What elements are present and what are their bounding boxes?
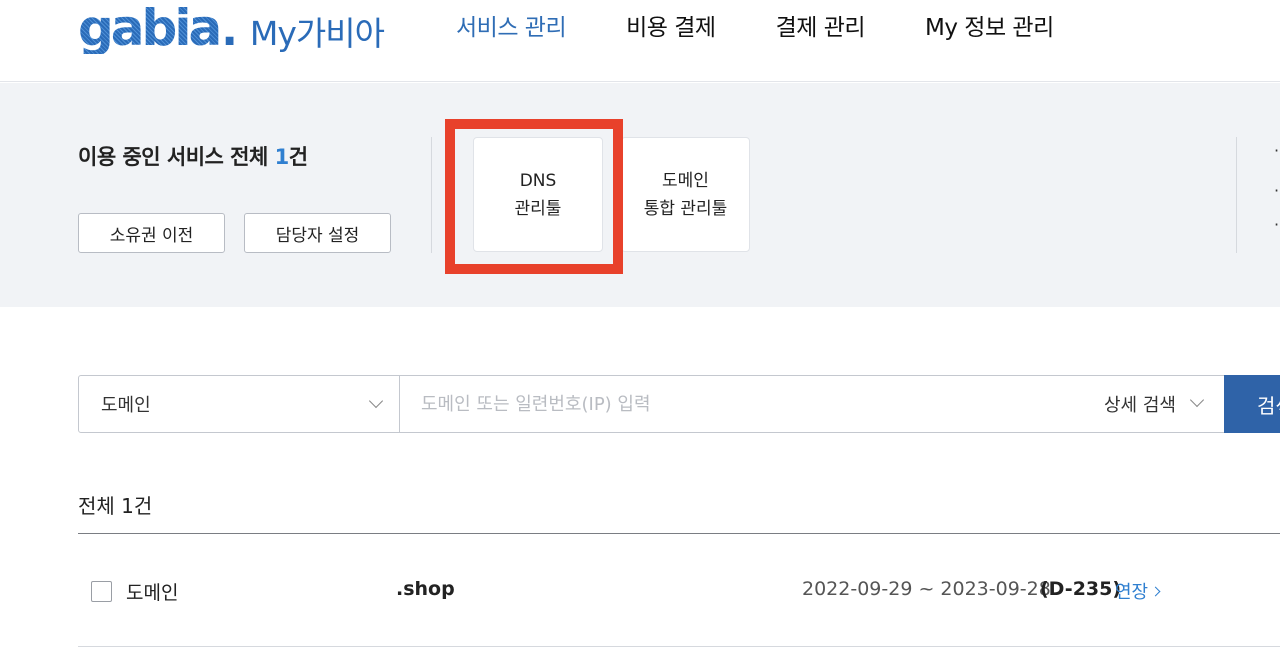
panel-divider [431,137,432,253]
search-category-select[interactable]: 도메인 [79,376,400,432]
site-header: gabia . My가비아 서비스 관리 비용 결제 결제 관리 My 정보 관… [0,0,1280,82]
row-divider [78,646,1280,647]
nav-payment-management[interactable]: 결제 관리 [776,8,866,42]
tool-card-line2: 관리툴 [514,198,562,219]
chevron-right-icon [1150,586,1161,596]
row-service-type: 도메인 [126,582,179,604]
search-button[interactable]: 검색 [1224,375,1280,433]
clipped-edge-text: · [1274,181,1280,200]
title-prefix: 이용 중인 서비스 전체 [78,145,275,169]
search-category-value: 도메인 [101,395,151,416]
logo-dot: . [221,5,238,56]
chevron-down-icon [1189,392,1205,408]
detail-search-label: 상세 검색 [1104,395,1176,416]
service-count-title: 이용 중인 서비스 전체 1건 [78,141,308,171]
row-service-period: 2022-09-29 ~ 2023-09-28 [802,578,1051,600]
clipped-edge-text: · [1274,141,1280,160]
row-checkbox[interactable] [91,581,112,602]
main-nav: 서비스 관리 비용 결제 결제 관리 My 정보 관리 [456,8,1114,42]
service-summary-panel: 이용 중인 서비스 전체 1건 소유권 이전 담당자 설정 DNS 관리툴 도메… [0,83,1280,307]
clipped-edge-text: · [1274,215,1280,234]
tool-card-line1: DNS [519,170,557,191]
tool-card-line1: 도메인 [662,170,709,191]
detail-search-toggle[interactable]: 상세 검색 [1104,376,1205,432]
dns-management-tool-card[interactable]: DNS 관리툴 [473,137,603,252]
domain-integrated-tool-card[interactable]: 도메인 통합 관리툴 [621,137,750,252]
nav-my-info[interactable]: My 정보 관리 [925,8,1054,42]
list-total-count: 전체 1건 [78,494,153,518]
row-days-remaining: (D-235) [1040,578,1122,600]
search-input[interactable] [401,376,1101,432]
gabia-logo[interactable]: gabia . My가비아 [78,0,385,57]
panel-divider-right [1236,137,1237,253]
list-header-divider [78,533,1280,534]
row-domain-name[interactable]: .shop [396,578,455,600]
ownership-transfer-button[interactable]: 소유권 이전 [78,213,225,253]
logo-wordmark: gabia [78,0,222,57]
logo-subtitle: My가비아 [249,14,385,53]
chevron-down-icon [368,393,384,409]
title-suffix: 건 [288,145,308,169]
nav-service-management[interactable]: 서비스 관리 [456,8,567,42]
contact-settings-button[interactable]: 담당자 설정 [244,213,391,253]
extend-link[interactable]: 연장 [1115,578,1161,604]
search-bar: 도메인 상세 검색 검색 [78,375,1280,433]
tool-card-line2: 통합 관리툴 [643,198,728,219]
service-count: 1 [274,145,290,169]
nav-billing[interactable]: 비용 결제 [626,8,716,42]
extend-label: 연장 [1115,582,1149,603]
